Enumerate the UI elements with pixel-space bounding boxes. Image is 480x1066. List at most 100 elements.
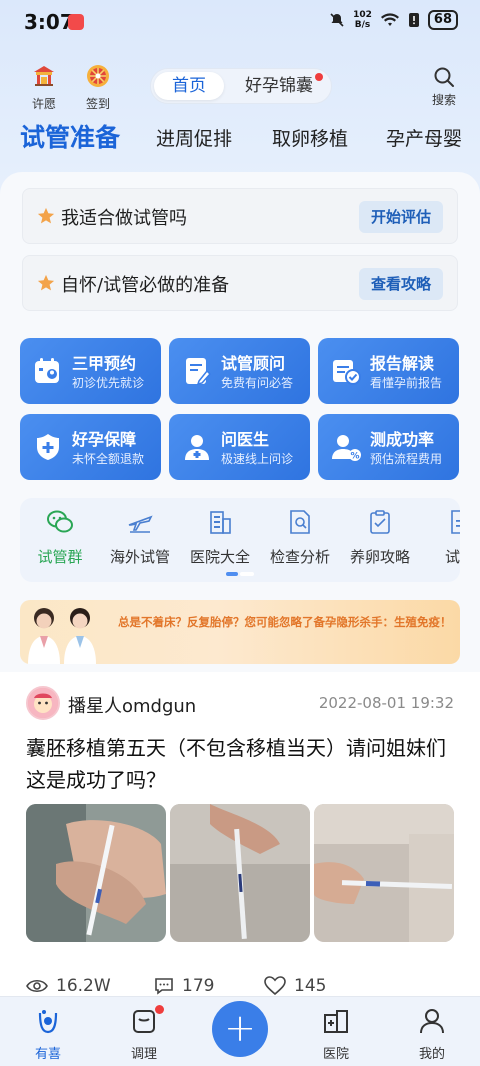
segment-pregnancy-tips[interactable]: 好孕锦囊 [231, 72, 327, 100]
service-ivf-consultant[interactable]: 试管顾问 免费有问必答 [169, 338, 310, 404]
promo-banner[interactable]: 总是不着床？反复胎停？您可能忽略了备孕隐形杀手：生殖免疫！ [20, 600, 460, 664]
heart-icon [264, 976, 286, 996]
like-button[interactable]: 145 [264, 976, 326, 996]
mute-bell-icon [330, 13, 344, 27]
search-label: 搜索 [431, 93, 456, 107]
user-icon [420, 1009, 444, 1034]
nav-label: 调理 [130, 1047, 157, 1062]
star-icon [37, 274, 55, 291]
service-subtitle: 初诊优先就诊 [72, 376, 145, 390]
comment-button[interactable]: 179 [154, 976, 214, 996]
shortcut-hospitals[interactable]: 医院大全 [182, 508, 258, 567]
report-check-icon [333, 360, 361, 385]
quick-row-text: 自怀/试管必做的准备 [61, 275, 230, 296]
net-speed-unit: B/s [354, 20, 371, 30]
shortcut-label: 试管群 [37, 548, 83, 566]
shortcut-ivf-more[interactable]: 试管 [422, 508, 460, 567]
shortcut-label: 海外试管 [109, 548, 170, 566]
pregnancy-test-photo [170, 804, 310, 942]
shortcut-overseas-ivf[interactable]: 海外试管 [102, 508, 178, 567]
service-ask-doctor[interactable]: 问医生 极速线上问诊 [169, 414, 310, 480]
app-screen: 3:07 102 B/s 68 许愿 签到 首页 好孕锦囊 搜索 试管准备 进周… [0, 0, 480, 1066]
top-nav: 许愿 签到 首页 好孕锦囊 搜索 [0, 60, 480, 112]
eye-icon [26, 979, 48, 993]
avatar[interactable] [26, 686, 60, 720]
post-timestamp: 2022-08-01 19:32 [318, 694, 454, 712]
add-post-button[interactable]: + [212, 1001, 268, 1057]
quick-row-eligibility[interactable]: 我适合做试管吗 开始评估 [22, 188, 458, 244]
service-hospital-booking[interactable]: 三甲预约 初诊优先就诊 [20, 338, 161, 404]
search-button[interactable]: 搜索 [432, 66, 456, 108]
status-bar: 3:07 102 B/s 68 [0, 0, 480, 46]
status-icons: 102 B/s 68 [329, 10, 458, 30]
net-speed-value: 102 [353, 10, 372, 20]
service-report-reading[interactable]: 报告解读 看懂孕前报告 [318, 338, 459, 404]
service-pregnancy-guarantee[interactable]: 好孕保障 未怀全额退款 [20, 414, 161, 480]
network-speed: 102 B/s [353, 10, 372, 30]
document-icon [451, 510, 460, 534]
nav-label: 医院 [322, 1047, 349, 1062]
like-count: 145 [294, 976, 327, 996]
service-title: 问医生 [221, 430, 270, 449]
shortcut-egg-care[interactable]: 养卵攻略 [342, 508, 418, 567]
service-subtitle: 未怀全额退款 [72, 452, 145, 466]
baby-home-icon [38, 1010, 58, 1034]
checkin-button[interactable]: 签到 [76, 64, 120, 112]
segment-home[interactable]: 首页 [154, 72, 224, 100]
tab-retrieval-transfer[interactable]: 取卵移植 [272, 124, 348, 151]
tab-stimulation[interactable]: 进周促排 [156, 124, 232, 151]
view-guide-button[interactable]: 查看攻略 [358, 268, 443, 300]
page-dot [240, 572, 254, 576]
nav-profile[interactable]: 我的 [402, 1007, 462, 1062]
service-success-rate[interactable]: % 测成功率 预估流程费用 [318, 414, 459, 480]
nav-wellness[interactable]: 调理 [114, 1005, 174, 1062]
shortcut-label: 试管 [444, 548, 460, 566]
nav-label: 有喜 [34, 1047, 61, 1062]
plane-icon [128, 515, 153, 533]
battery-indicator: 68 [427, 10, 458, 30]
lucky-wheel-icon [87, 65, 109, 87]
shield-plus-icon [37, 434, 59, 460]
status-time: 3:07 [24, 10, 74, 34]
comment-count: 179 [182, 976, 215, 996]
shortcut-test-analysis[interactable]: 检查分析 [262, 508, 338, 567]
post-username[interactable]: 播星人omdgun [68, 692, 196, 718]
start-assessment-button[interactable]: 开始评估 [358, 201, 443, 233]
calendar-user-icon [35, 358, 59, 383]
tab-ivf-prep[interactable]: 试管准备 [20, 118, 120, 154]
service-subtitle: 免费有问必答 [221, 376, 294, 390]
tab-maternal-infant[interactable]: 孕产母婴 [386, 124, 462, 151]
avatar-image [28, 688, 58, 718]
service-title: 报告解读 [370, 354, 435, 373]
quick-row-preparation[interactable]: 自怀/试管必做的准备 查看攻略 [22, 255, 458, 311]
post-image-1[interactable] [26, 804, 166, 942]
view-count: 16.2W [26, 976, 111, 996]
search-doc-icon [290, 510, 310, 534]
nav-label: 我的 [418, 1047, 445, 1062]
shortcut-scroll-row[interactable]: 试管群 海外试管 医院大全 检查分析 养卵攻略 试管 [20, 498, 460, 582]
shortcut-label: 检查分析 [269, 548, 330, 566]
nav-hospital[interactable]: 医院 [306, 1007, 366, 1062]
wechat-icon [47, 510, 73, 533]
wish-button[interactable]: 许愿 [22, 64, 66, 112]
post-title[interactable]: 囊胚移植第五天（不包含移植当天）请问姐妹们这是成功了吗？ [26, 732, 456, 796]
service-title: 好孕保障 [72, 430, 137, 449]
doctor-portrait-1 [28, 608, 60, 664]
temple-icon [34, 66, 54, 86]
doctor-icon [185, 435, 209, 460]
post-card[interactable]: 播星人omdgun 2022-08-01 19:32 囊胚移植第五天（不包含移植… [0, 672, 480, 1002]
document-pen-icon [186, 358, 212, 386]
notification-app-icon [68, 14, 84, 30]
search-icon [434, 67, 454, 87]
post-image-2[interactable] [170, 804, 310, 942]
pregnancy-test-photo [314, 804, 454, 942]
service-title: 测成功率 [370, 430, 435, 449]
svg-text:%: % [350, 452, 359, 462]
post-image-3[interactable] [314, 804, 454, 942]
service-subtitle: 极速线上问诊 [221, 452, 294, 466]
nav-home[interactable]: 有喜 [18, 1007, 78, 1062]
user-percent-icon: % [332, 435, 361, 462]
sim-alert-icon [408, 13, 419, 27]
shortcut-ivf-group[interactable]: 试管群 [22, 508, 98, 567]
checkin-label: 签到 [85, 97, 110, 111]
